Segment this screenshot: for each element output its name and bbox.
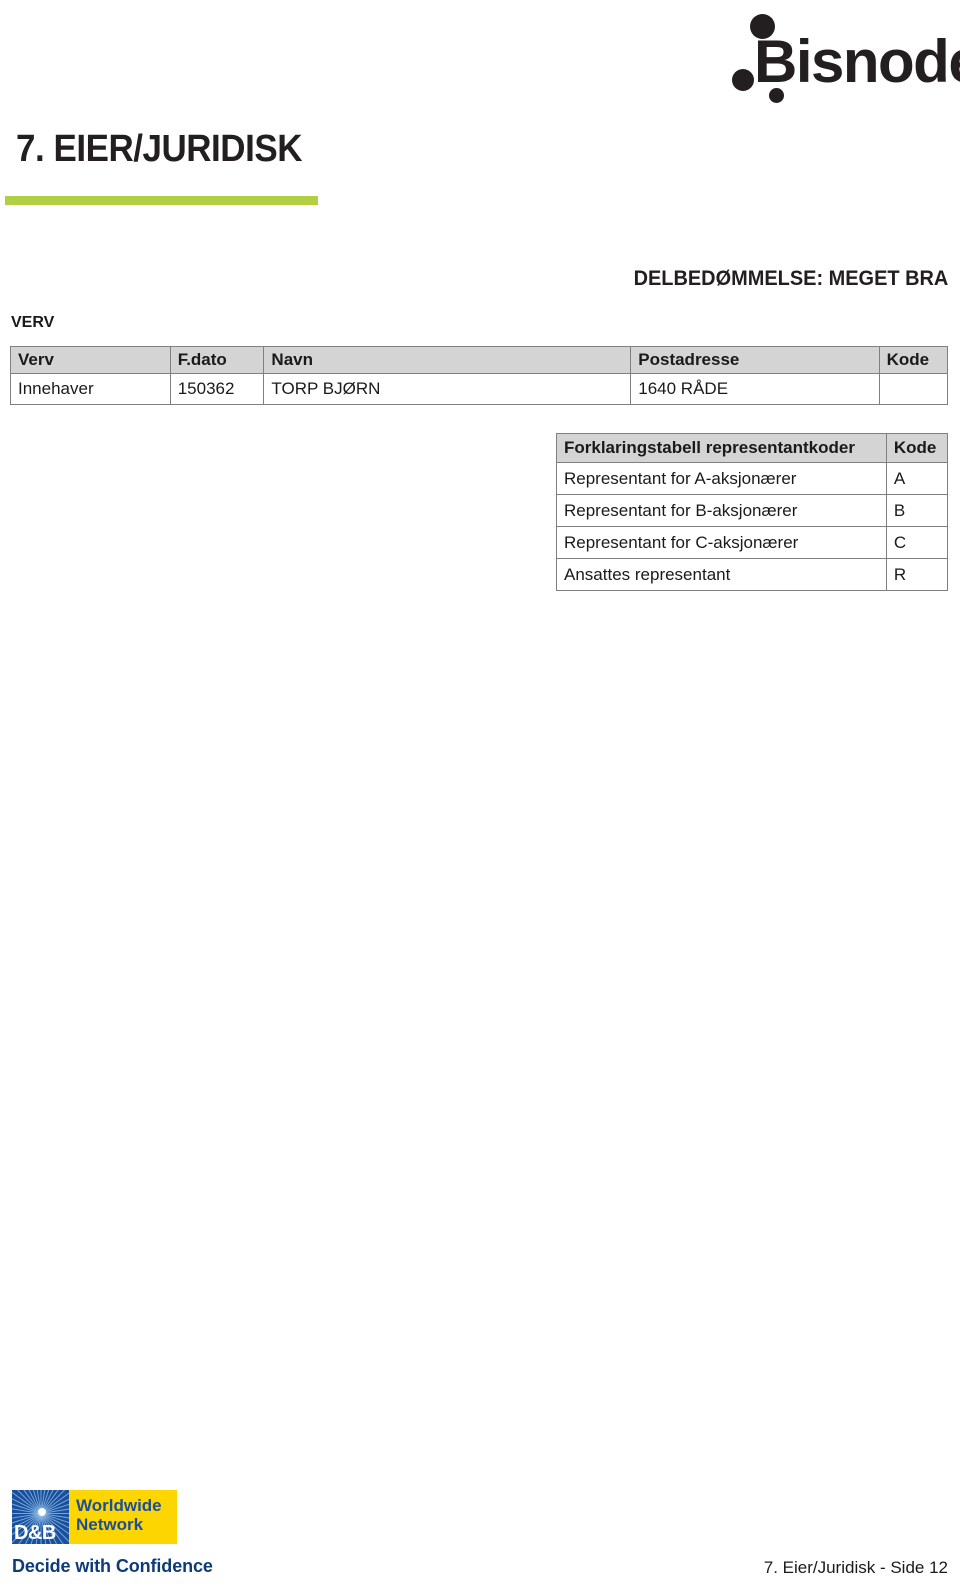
table-row: Representant for C-aksjonærer C: [556, 526, 949, 559]
sub-assessment-heading: DELBEDØMMELSE: MEGET BRA: [633, 267, 948, 290]
dnb-tagline: Decide with Confidence: [12, 1556, 213, 1576]
column-header-kode: Kode: [878, 346, 949, 374]
dnb-yellow-panel: Worldwide Network: [69, 1490, 177, 1544]
dnb-network-text: Network: [76, 1515, 144, 1535]
cell-fdato: 150362: [169, 373, 265, 405]
cell-kode: A: [885, 462, 949, 495]
table-header-row: Forklaringstabell representantkoder Kode: [556, 433, 949, 463]
dnb-blue-panel: D&B: [12, 1490, 69, 1544]
verv-group-label: VERV: [11, 314, 55, 331]
dnb-worldwide-network-logo: D&B Worldwide Network: [12, 1490, 177, 1544]
table-row: Ansattes representant R: [556, 558, 949, 591]
cell-navn: TORP BJØRN: [263, 373, 632, 405]
logo-dot-medium-icon: [732, 69, 754, 91]
column-header-postadresse: Postadresse: [630, 346, 880, 374]
cell-beskrivelse: Representant for B-aksjonærer: [556, 494, 887, 527]
cell-postadresse: 1640 RÅDE: [630, 373, 880, 405]
cell-kode: C: [885, 526, 949, 559]
column-header-kode: Kode: [885, 433, 949, 463]
table-row: Innehaver 150362 TORP BJØRN 1640 RÅDE: [10, 373, 949, 405]
cell-kode: B: [885, 494, 949, 527]
starburst-center-dot-icon: [38, 1508, 46, 1516]
column-header-fdato: F.dato: [169, 346, 265, 374]
page-title: 7. EIER/JURIDISK: [16, 128, 303, 170]
cell-kode: [878, 373, 949, 405]
cell-beskrivelse: Representant for A-aksjonærer: [556, 462, 887, 495]
table-row: Representant for A-aksjonærer A: [556, 462, 949, 495]
title-underline-rule: [5, 196, 318, 205]
bisnode-wordmark: Bisnode: [754, 28, 960, 95]
column-header-verv: Verv: [10, 346, 171, 374]
column-header-navn: Navn: [263, 346, 632, 374]
cell-beskrivelse: Representant for C-aksjonærer: [556, 526, 887, 559]
page-footer-label: 7. Eier/Juridisk - Side 12: [763, 1558, 948, 1577]
verv-table: Verv F.dato Navn Postadresse Kode Inneha…: [10, 346, 949, 405]
bisnode-logo: Bisnode: [712, 14, 960, 106]
dnb-worldwide-text: Worldwide: [76, 1496, 162, 1515]
table-row: Representant for B-aksjonærer B: [556, 494, 949, 527]
forklaringstabell-representantkoder: Forklaringstabell representantkoder Kode…: [556, 433, 949, 591]
column-header-forklaringstabell: Forklaringstabell representantkoder: [556, 433, 887, 463]
cell-verv: Innehaver: [10, 373, 171, 405]
table-header-row: Verv F.dato Navn Postadresse Kode: [10, 346, 949, 374]
cell-beskrivelse: Ansattes representant: [556, 558, 887, 591]
dnb-mark-text: D&B: [14, 1522, 56, 1544]
cell-kode: R: [885, 558, 949, 591]
